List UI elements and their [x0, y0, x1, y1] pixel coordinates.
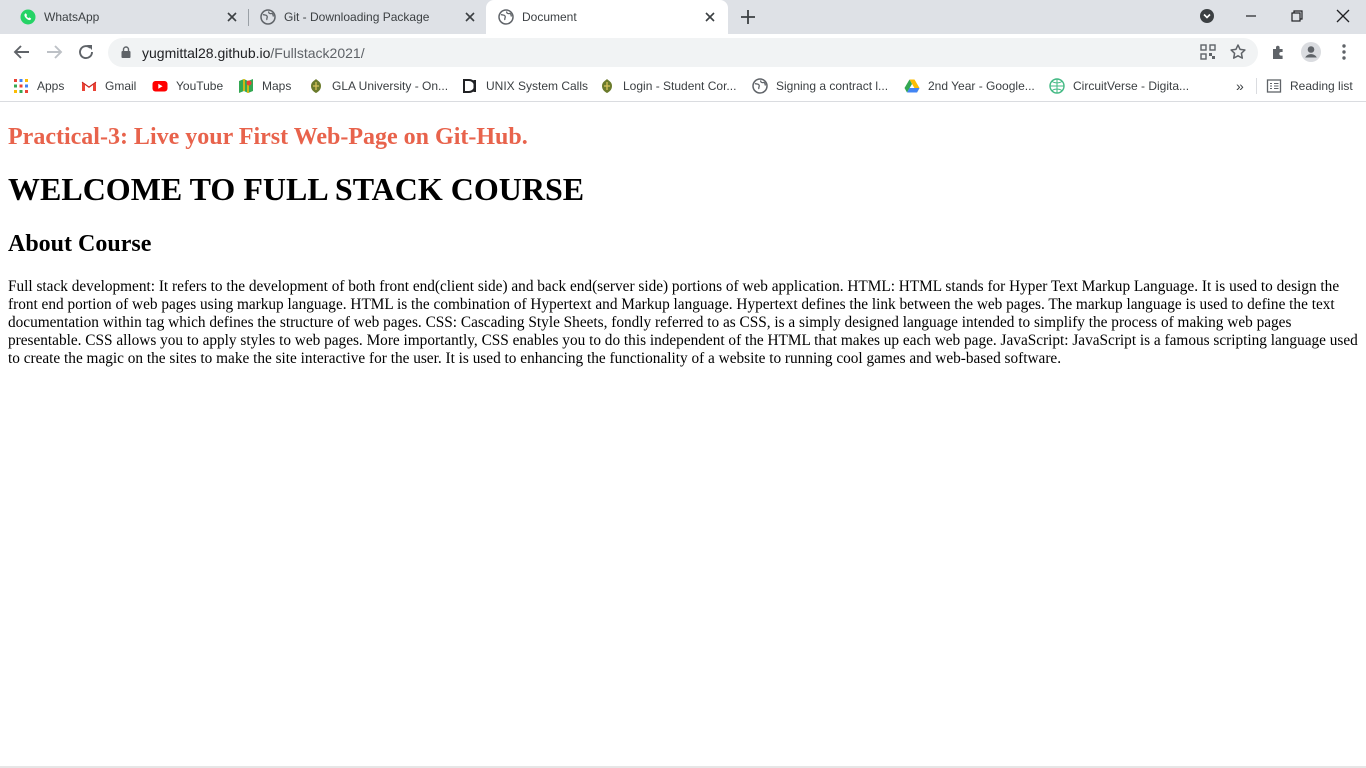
bookmark-signing-contract[interactable]: Signing a contract l... [752, 76, 888, 96]
bookmark-label: UNIX System Calls [486, 79, 589, 93]
google-drive-icon [904, 79, 920, 93]
gla-logo-icon [602, 79, 612, 93]
restore-icon[interactable] [1285, 4, 1309, 28]
url-path: /Fullstack2021/ [270, 45, 365, 61]
bookmarks-bar: Apps Gmail YouTube Maps GLA University -… [0, 70, 1366, 102]
reading-list-icon [1266, 79, 1282, 93]
about-heading: About Course [8, 231, 152, 257]
url-text[interactable]: yugmittal28.github.io/Fullstack2021/ [142, 45, 365, 61]
bookmark-label: Signing a contract l... [776, 79, 889, 93]
bookmark-login-student[interactable]: Login - Student Cor... [599, 76, 736, 96]
tab-document[interactable]: Document [486, 0, 728, 34]
close-tab-icon[interactable] [702, 9, 718, 25]
profile-avatar-icon[interactable] [1301, 42, 1321, 62]
globe-icon [498, 9, 514, 25]
bookmark-label: GLA University - On... [332, 79, 449, 93]
gmail-icon [81, 81, 97, 91]
bookmark-label: YouTube [176, 79, 224, 93]
tab-strip: WhatsApp Git - Downloading Package Docum… [0, 0, 1366, 34]
extensions-puzzle-icon[interactable] [1269, 42, 1289, 62]
practical-heading: Practical-3: Live your First Web-Page on… [8, 124, 528, 150]
reload-icon[interactable] [75, 41, 97, 63]
bookmark-label: Login - Student Cor... [623, 79, 737, 93]
bookmarks-divider [1256, 78, 1257, 94]
bookmark-youtube[interactable]: YouTube [152, 76, 223, 96]
address-bar[interactable]: yugmittal28.github.io/Fullstack2021/ [108, 38, 1258, 67]
bookmark-star-icon[interactable] [1229, 43, 1247, 61]
bookmark-label: Maps [262, 79, 292, 93]
bookmark-label: CircuitVerse - Digita... [1073, 79, 1190, 93]
page-content: Practical-3: Live your First Web-Page on… [0, 103, 1366, 768]
bookmark-gla-university[interactable]: GLA University - On... [308, 76, 448, 96]
bookmark-circuitverse[interactable]: CircuitVerse - Digita... [1049, 76, 1189, 96]
forward-arrow-icon[interactable] [43, 41, 65, 63]
bookmark-unix-system-calls[interactable]: UNIX System Calls [462, 76, 588, 96]
circuitverse-icon [1049, 78, 1065, 94]
bookmark-label: Apps [37, 79, 65, 93]
tab-git-downloading[interactable]: Git - Downloading Package [248, 0, 486, 34]
gla-logo-icon [311, 79, 321, 93]
close-window-icon[interactable] [1331, 4, 1355, 28]
globe-icon [752, 78, 768, 94]
bookmark-apps[interactable]: Apps [13, 76, 64, 96]
close-tab-icon[interactable] [462, 9, 478, 25]
reading-list-button[interactable]: Reading list [1266, 76, 1353, 96]
menu-kebab-icon[interactable] [1334, 42, 1354, 62]
back-arrow-icon[interactable] [11, 41, 33, 63]
maps-icon [239, 79, 253, 93]
reading-list-label: Reading list [1290, 79, 1353, 93]
unix-icon [463, 79, 476, 93]
tab-title: Document [522, 10, 577, 24]
whatsapp-icon [20, 9, 36, 25]
new-tab-icon[interactable] [738, 7, 758, 27]
apps-grid-icon [14, 79, 28, 93]
bookmark-2nd-year-drive[interactable]: 2nd Year - Google... [904, 76, 1035, 96]
tab-title: WhatsApp [44, 10, 100, 24]
bookmark-label: Gmail [105, 79, 137, 93]
youtube-icon [152, 81, 168, 92]
tab-search-icon[interactable] [1195, 4, 1219, 28]
main-heading: WELCOME TO FULL STACK COURSE [8, 171, 585, 207]
tab-title: Git - Downloading Package [284, 10, 430, 24]
browser-toolbar: yugmittal28.github.io/Fullstack2021/ [0, 34, 1366, 70]
lock-icon[interactable] [119, 45, 133, 59]
bookmark-gmail[interactable]: Gmail [81, 76, 136, 96]
close-tab-icon[interactable] [224, 9, 240, 25]
bookmark-label: 2nd Year - Google... [928, 79, 1035, 93]
bookmark-maps[interactable]: Maps [238, 76, 291, 96]
qr-code-icon[interactable] [1200, 44, 1216, 60]
tab-whatsapp[interactable]: WhatsApp [8, 0, 248, 34]
minimize-icon[interactable] [1239, 4, 1263, 28]
url-host: yugmittal28.github.io [142, 45, 271, 61]
more-bookmarks-button[interactable]: » [1236, 76, 1244, 96]
globe-icon [260, 9, 276, 25]
about-paragraph: Full stack development: It refers to the… [8, 278, 1358, 367]
